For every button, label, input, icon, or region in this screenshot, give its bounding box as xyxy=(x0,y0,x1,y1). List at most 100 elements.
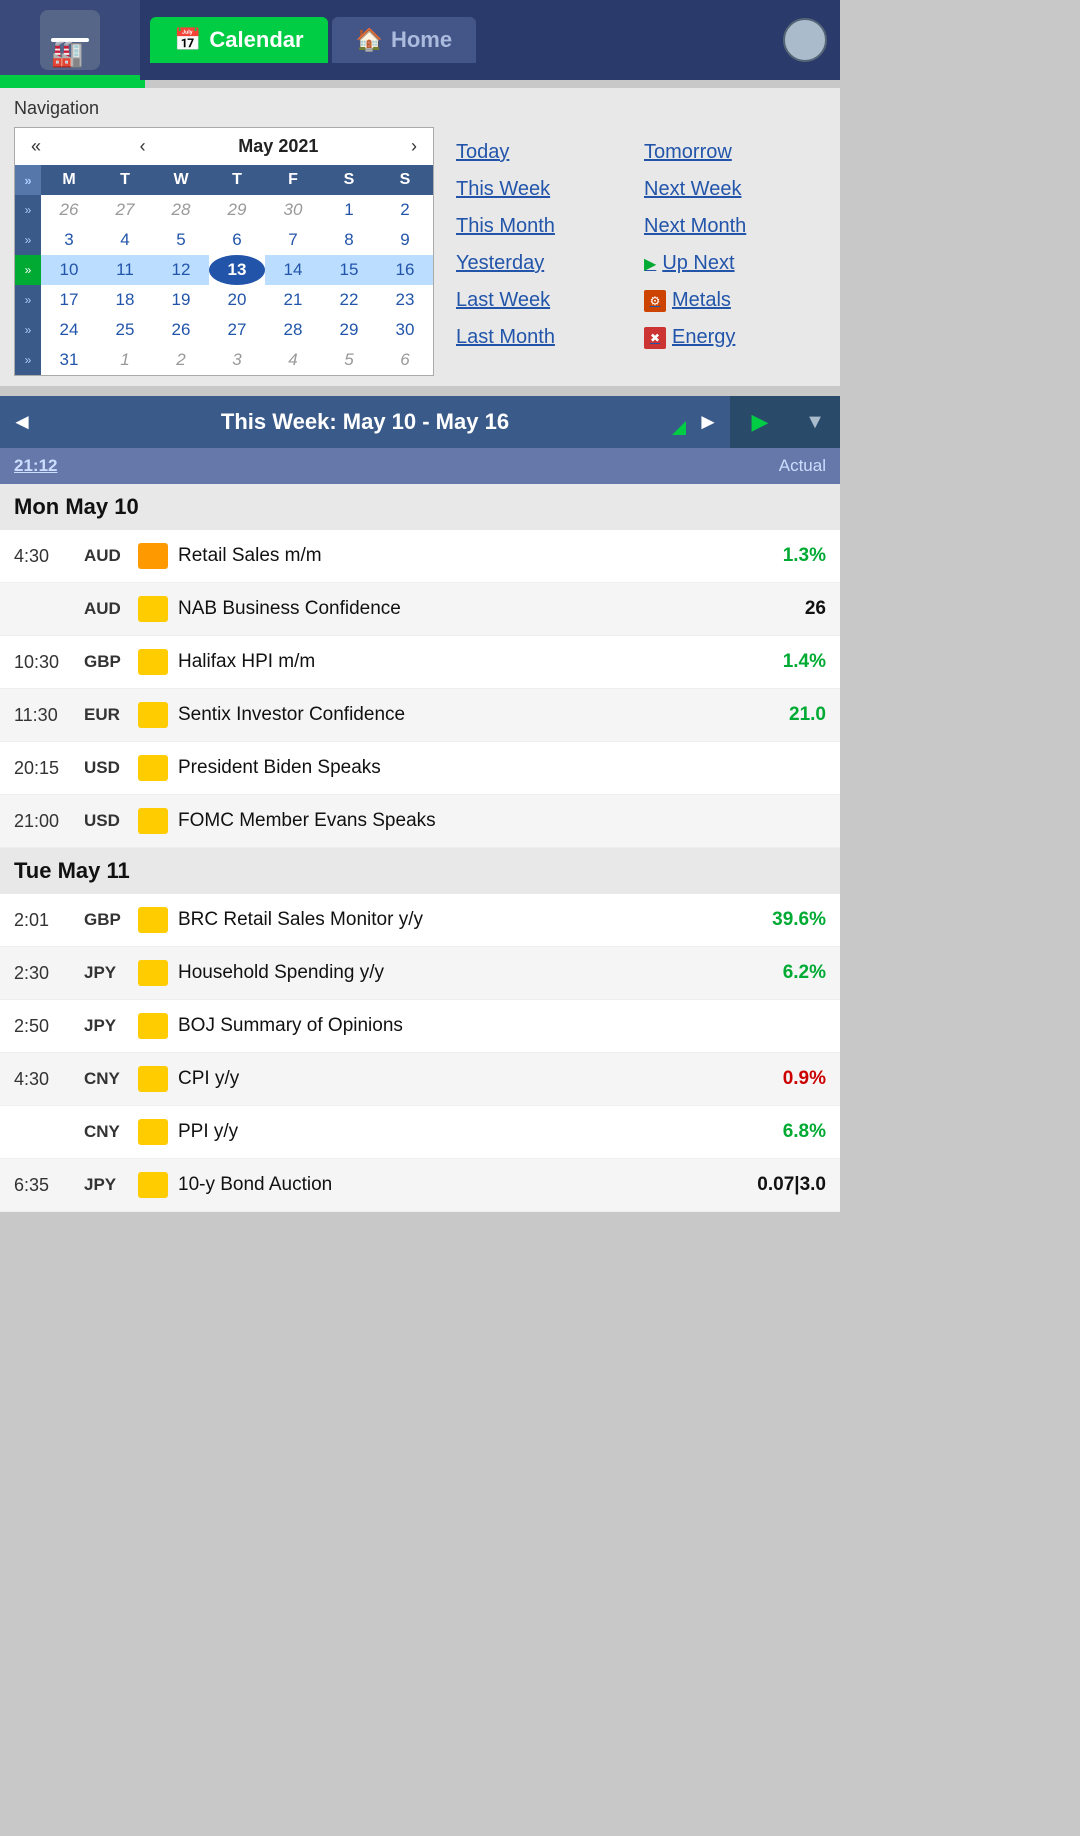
event-currency: GBP xyxy=(84,652,136,672)
week-num-selected[interactable]: » xyxy=(15,255,41,285)
play-icon: ▶ xyxy=(752,409,769,435)
cal-day[interactable]: 27 xyxy=(97,195,153,225)
week-num[interactable]: » xyxy=(15,195,41,225)
event-actual: 21.0 xyxy=(756,704,826,726)
event-actual: 6.2% xyxy=(756,962,826,984)
cal-day[interactable]: 2 xyxy=(153,345,209,375)
quick-link-energy[interactable]: ✖ Energy xyxy=(640,320,818,355)
event-impact-med xyxy=(136,701,170,729)
cal-day[interactable]: 10 xyxy=(41,255,97,285)
tab-home[interactable]: 🏠 Home xyxy=(332,17,477,63)
quick-link-yesterday[interactable]: Yesterday xyxy=(452,246,630,281)
event-currency: USD xyxy=(84,811,136,831)
energy-icon: ✖ xyxy=(644,327,666,349)
week-next-button[interactable]: ► xyxy=(686,396,730,448)
quick-link-next-month[interactable]: Next Month xyxy=(640,209,818,244)
week-num[interactable]: » xyxy=(15,315,41,345)
event-name: BOJ Summary of Opinions xyxy=(178,1015,756,1037)
impact-med-icon xyxy=(138,808,168,834)
event-currency: JPY xyxy=(84,963,136,983)
cal-prev-prev-btn[interactable]: « xyxy=(25,134,47,159)
cal-day[interactable]: 4 xyxy=(97,225,153,255)
cal-day[interactable]: 2 xyxy=(377,195,433,225)
cal-day[interactable]: 29 xyxy=(209,195,265,225)
cal-day[interactable]: 20 xyxy=(209,285,265,315)
cal-day[interactable]: 29 xyxy=(321,315,377,345)
cal-day[interactable]: 25 xyxy=(97,315,153,345)
week-num[interactable]: » xyxy=(15,285,41,315)
factory-icon: 🏭 xyxy=(51,38,89,42)
day-header-sat: S xyxy=(321,165,377,195)
quick-link-today[interactable]: Today xyxy=(452,135,630,170)
cal-day[interactable]: 28 xyxy=(265,315,321,345)
quick-link-next-week[interactable]: Next Week xyxy=(640,172,818,207)
cal-day[interactable]: 19 xyxy=(153,285,209,315)
tab-calendar[interactable]: 📅 Calendar xyxy=(150,17,328,63)
cal-day[interactable]: 30 xyxy=(265,195,321,225)
cal-day[interactable]: 1 xyxy=(321,195,377,225)
cal-day[interactable]: 4 xyxy=(265,345,321,375)
cal-day[interactable]: 22 xyxy=(321,285,377,315)
week-filter-button[interactable]: ▼ xyxy=(790,396,840,448)
week-play-button[interactable]: ▶ xyxy=(730,396,790,448)
event-name: Retail Sales m/m xyxy=(178,545,756,567)
cal-day[interactable]: 28 xyxy=(153,195,209,225)
event-row: 4:30 CNY CPI y/y 0.9% xyxy=(0,1053,840,1106)
user-area[interactable] xyxy=(770,0,840,80)
week-col-header: » xyxy=(15,165,41,195)
quick-link-this-month[interactable]: This Month xyxy=(452,209,630,244)
logo-container: 🏭 xyxy=(0,0,140,80)
cal-next-btn[interactable]: › xyxy=(405,134,423,159)
cal-day[interactable]: 8 xyxy=(321,225,377,255)
quick-link-tomorrow[interactable]: Tomorrow xyxy=(640,135,818,170)
quick-link-last-week[interactable]: Last Week xyxy=(452,283,630,318)
week-num[interactable]: » xyxy=(15,225,41,255)
week-prev-button[interactable]: ◄ xyxy=(0,396,44,448)
cal-day[interactable]: 16 xyxy=(377,255,433,285)
impact-med-icon xyxy=(138,1066,168,1092)
cal-day[interactable]: 3 xyxy=(209,345,265,375)
event-time: 2:30 xyxy=(14,963,84,984)
cal-day[interactable]: 26 xyxy=(153,315,209,345)
cal-month-year: May 2021 xyxy=(238,136,318,157)
cal-day[interactable]: 14 xyxy=(265,255,321,285)
cal-day[interactable]: 5 xyxy=(153,225,209,255)
current-time[interactable]: 21:12 xyxy=(14,456,57,476)
cal-day[interactable]: 12 xyxy=(153,255,209,285)
cal-prev-btn[interactable]: ‹ xyxy=(134,134,152,159)
cal-day[interactable]: 11 xyxy=(97,255,153,285)
cal-day-today[interactable]: 13 xyxy=(209,255,265,285)
cal-day[interactable]: 18 xyxy=(97,285,153,315)
cal-day[interactable]: 3 xyxy=(41,225,97,255)
navigation-section: Navigation « ‹ May 2021 › » M T W T F xyxy=(0,88,840,386)
quick-link-metals[interactable]: ⚙ Metals xyxy=(640,283,818,318)
cal-day[interactable]: 24 xyxy=(41,315,97,345)
cal-day[interactable]: 15 xyxy=(321,255,377,285)
cal-day[interactable]: 23 xyxy=(377,285,433,315)
cal-week-row: » 3 4 5 6 7 8 9 xyxy=(15,225,433,255)
quick-link-last-month[interactable]: Last Month xyxy=(452,320,630,355)
event-currency: JPY xyxy=(84,1016,136,1036)
cal-day[interactable]: 27 xyxy=(209,315,265,345)
cal-day[interactable]: 6 xyxy=(209,225,265,255)
cal-day[interactable]: 31 xyxy=(41,345,97,375)
cal-day[interactable]: 30 xyxy=(377,315,433,345)
cal-day[interactable]: 9 xyxy=(377,225,433,255)
quick-link-up-next[interactable]: ▶ Up Next xyxy=(640,246,818,281)
day-header-tue: Tue May 11 xyxy=(0,848,840,894)
app-logo: 🏭 xyxy=(40,10,100,70)
cal-day[interactable]: 26 xyxy=(41,195,97,225)
cal-day[interactable]: 7 xyxy=(265,225,321,255)
cal-day[interactable]: 6 xyxy=(377,345,433,375)
event-actual: 0.9% xyxy=(756,1068,826,1090)
quick-link-this-week[interactable]: This Week xyxy=(452,172,630,207)
event-row: 2:01 GBP BRC Retail Sales Monitor y/y 39… xyxy=(0,894,840,947)
cal-day[interactable]: 5 xyxy=(321,345,377,375)
cal-day[interactable]: 21 xyxy=(265,285,321,315)
green-stripe xyxy=(0,80,145,88)
event-actual: 1.3% xyxy=(756,545,826,567)
cal-day[interactable]: 1 xyxy=(97,345,153,375)
avatar xyxy=(783,18,827,62)
week-num[interactable]: » xyxy=(15,345,41,375)
cal-day[interactable]: 17 xyxy=(41,285,97,315)
